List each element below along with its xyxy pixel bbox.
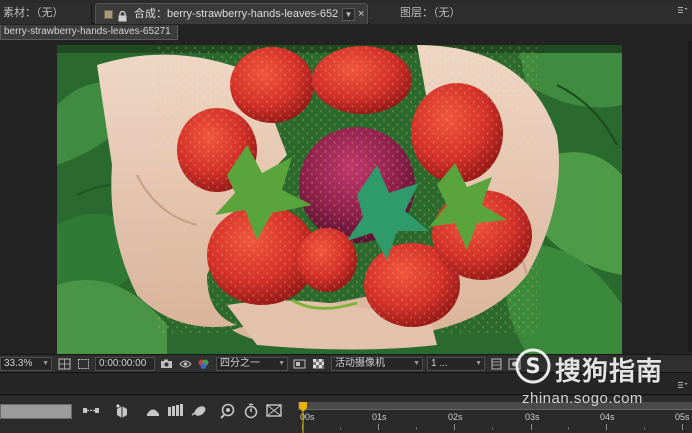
viewer-control-bar: 33.3% ▼ 0:00:00:00 四分之一 ▼ 活动摄像机 ▼ 1 ... … [0, 354, 692, 373]
color-channels-icon[interactable] [196, 357, 211, 371]
current-time-indicator[interactable] [298, 400, 308, 433]
tab-layer[interactable]: 图层：（无） [370, 3, 692, 24]
ruler-tick-label: 02s [448, 412, 463, 422]
frame-blending-icon[interactable] [166, 402, 184, 420]
camera-view-dropdown[interactable]: 活动摄像机 ▼ [331, 357, 423, 371]
tab-composition-label: 合成：berry-strawberry-hands-leaves-65271 [134, 8, 338, 20]
ruler-minor-tick [492, 427, 493, 430]
timeline-search-input[interactable] [0, 404, 72, 419]
ruler-tick [606, 424, 607, 430]
panel-menu-icon[interactable] [677, 0, 689, 20]
toggle-pixel-aspect-icon[interactable] [489, 357, 504, 371]
view-layout-dropdown[interactable]: 1 ... ▼ [427, 357, 485, 371]
fast-previews-icon[interactable] [292, 357, 307, 371]
transparency-grid-icon[interactable] [311, 357, 326, 371]
ruler-tick-label: 04s [600, 412, 615, 422]
ruler-tick [454, 424, 455, 430]
ruler-tick [682, 424, 683, 430]
camera-view-value: 活动摄像机 [335, 358, 385, 369]
graph-editor-icon[interactable] [219, 402, 237, 420]
ruler-tick-label: 05s [675, 412, 690, 422]
timecode-display[interactable]: 0:00:00:00 [95, 357, 155, 371]
composition-viewer[interactable] [0, 41, 692, 354]
ruler-minor-tick [568, 427, 569, 430]
ruler-tick-label: 03s [525, 412, 540, 422]
comp-color-swatch [104, 10, 113, 19]
chevron-down-icon: ▼ [278, 360, 285, 367]
timeline-tab-bar [0, 374, 692, 395]
tab-footage-label: 素材：（无） [3, 7, 64, 19]
ruler-minor-tick [644, 427, 645, 430]
region-of-interest-icon[interactable] [76, 357, 91, 371]
chevron-down-icon: ▼ [42, 360, 49, 367]
render-queue-icon[interactable] [265, 402, 283, 420]
lock-icon[interactable] [118, 9, 127, 22]
ruler-tick [378, 424, 379, 430]
ruler-tick [531, 424, 532, 430]
tab-layer-label: 图层：（无） [400, 7, 461, 19]
fast-preview-toggle-icon[interactable] [507, 357, 522, 371]
stopwatch-icon[interactable] [242, 402, 260, 420]
comp-dropdown-icon[interactable]: ▼ [342, 8, 355, 21]
resolution-dropdown[interactable]: 四分之一 ▼ [216, 357, 288, 371]
ruler-tick-label: 01s [372, 412, 387, 422]
viewer-tab-bar: 素材：（无） 合成：berry-strawberry-hands-leaves-… [0, 0, 692, 24]
tab-composition[interactable]: 合成：berry-strawberry-hands-leaves-65271 ▼… [95, 3, 368, 24]
hide-shy-layers-icon[interactable] [144, 402, 162, 420]
resolution-value: 四分之一 [220, 358, 260, 369]
show-snapshot-icon[interactable] [178, 357, 193, 371]
viewer-scrollbar[interactable] [688, 41, 692, 352]
timeline-panel-menu-icon[interactable] [677, 375, 689, 395]
close-icon[interactable]: × [358, 4, 364, 24]
chevron-down-icon: ▼ [475, 360, 482, 367]
draft-3d-icon[interactable] [113, 402, 131, 420]
safe-zones-icon[interactable] [57, 357, 72, 371]
comp-frame-image [57, 45, 622, 354]
zoom-dropdown[interactable]: 33.3% ▼ [0, 357, 52, 371]
chevron-down-icon: ▼ [413, 360, 420, 367]
zoom-value: 33.3% [4, 358, 33, 369]
work-area-bar[interactable] [298, 402, 692, 410]
comp-breadcrumb-tab[interactable]: berry-strawberry-hands-leaves-65271 [0, 25, 178, 40]
view-layout-value: 1 ... [431, 358, 448, 369]
comp-mini-flowchart-icon[interactable] [82, 402, 100, 420]
camera-snapshot-icon[interactable] [159, 357, 174, 371]
ruler-minor-tick [340, 427, 341, 430]
time-ruler[interactable]: 00s 01s 02s 03s 04s 05s [298, 402, 692, 433]
motion-blur-icon[interactable] [190, 402, 208, 420]
ruler-minor-tick [416, 427, 417, 430]
tab-footage[interactable]: 素材：（无） [0, 3, 92, 24]
